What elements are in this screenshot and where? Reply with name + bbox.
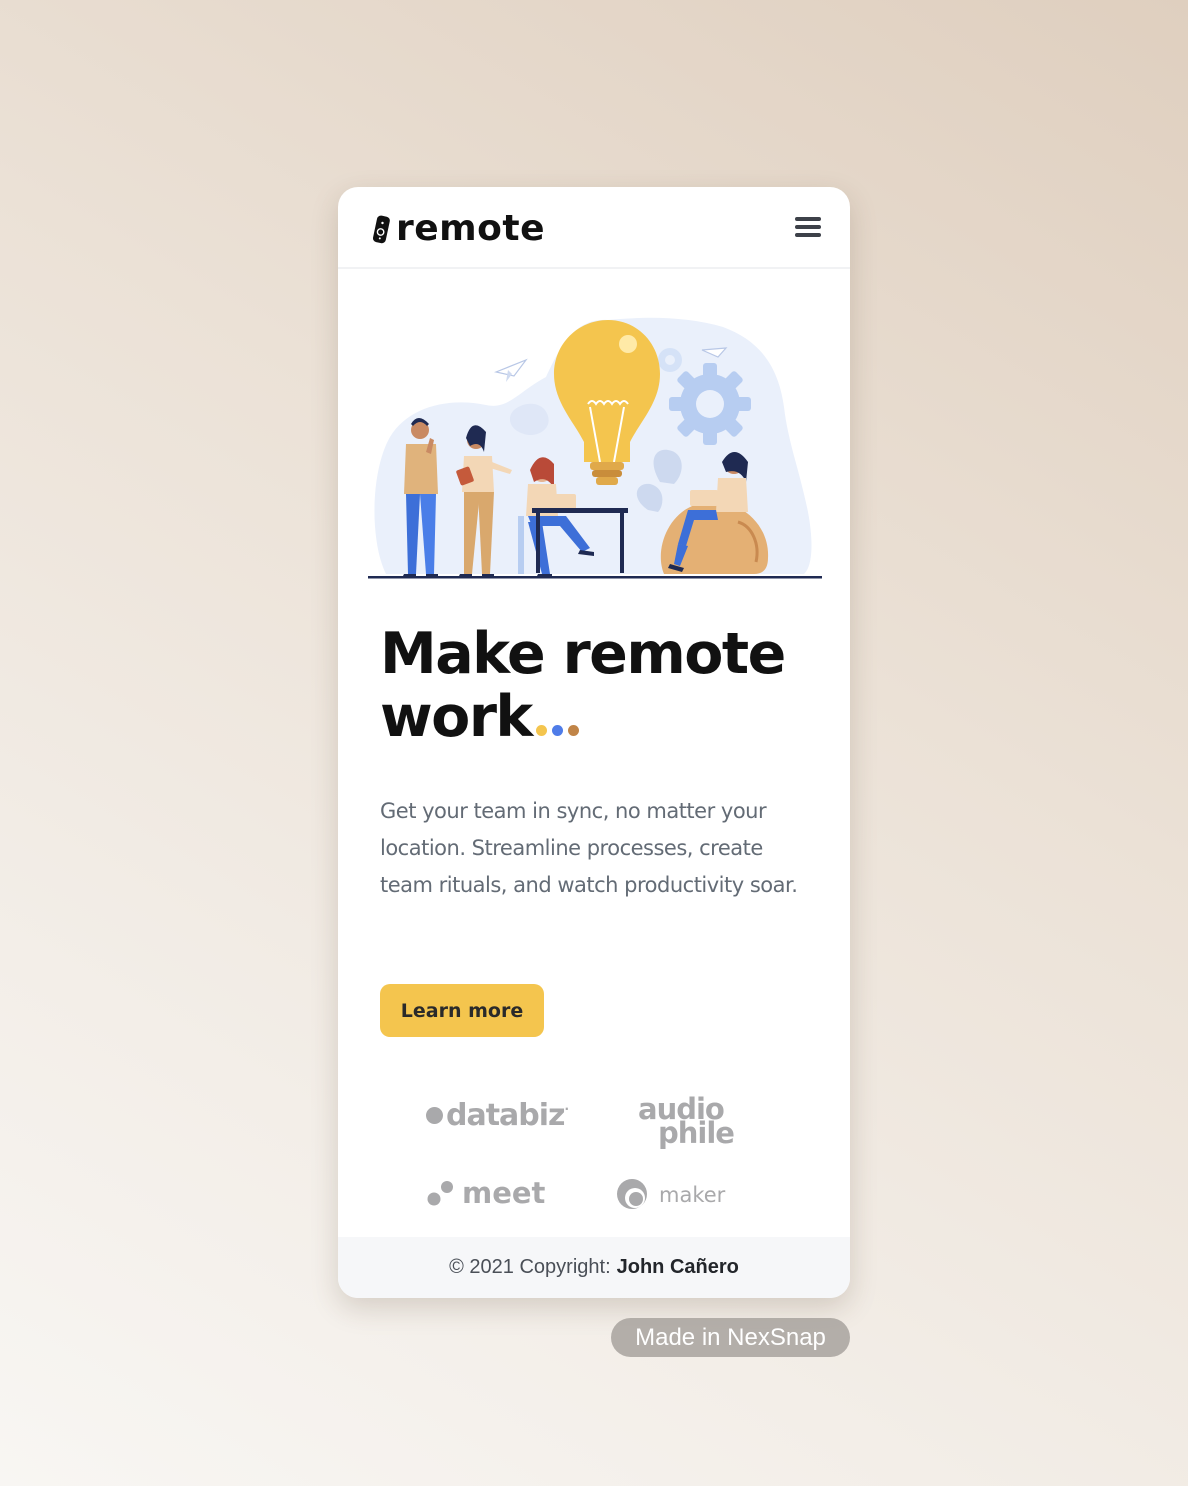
client-name-line-2: phile xyxy=(658,1116,735,1150)
headline-line-1: Make remote xyxy=(380,621,786,687)
logo[interactable]: remote xyxy=(372,209,545,249)
meet-dots-icon xyxy=(427,1181,453,1206)
client-logo-maker: maker xyxy=(616,1177,725,1213)
client-logo-databiz: databiz . xyxy=(426,1097,569,1133)
maker-circles-icon xyxy=(617,1179,647,1209)
watermark-badge: Made in NexSnap xyxy=(611,1318,850,1357)
headline-line-2: work xyxy=(380,684,533,750)
dot-yellow xyxy=(535,725,547,736)
learn-more-button[interactable]: Learn more xyxy=(380,984,544,1037)
dot-brown xyxy=(567,725,579,736)
headline-dots xyxy=(535,725,579,736)
client-logo-audiophile: audio phile xyxy=(638,1095,748,1151)
hamburger-menu-icon xyxy=(795,217,821,221)
top-nav-bar: remote xyxy=(338,187,850,269)
logo-text: remote xyxy=(396,208,546,249)
client-name: maker xyxy=(659,1183,726,1207)
team-lightbulb-illustration xyxy=(368,317,822,579)
client-logo-meet: meet xyxy=(426,1175,545,1211)
author-link[interactable]: John Cañero xyxy=(617,1256,739,1279)
remote-control-icon xyxy=(372,215,390,244)
dot-blue xyxy=(551,725,563,736)
client-name: databiz xyxy=(446,1097,566,1133)
footer: © 2021 Copyright: John Cañero xyxy=(338,1237,850,1298)
menu-button[interactable] xyxy=(792,213,824,243)
copyright-text: © 2021 Copyright: xyxy=(449,1256,611,1278)
databiz-dot-icon xyxy=(426,1106,443,1124)
phone-frame: remote Make remote work Get your team in… xyxy=(338,187,850,1298)
hero-headline: Make remote work xyxy=(380,623,820,749)
hero-description: Get your team in sync, no matter your lo… xyxy=(380,799,798,897)
client-name: meet xyxy=(462,1176,546,1210)
